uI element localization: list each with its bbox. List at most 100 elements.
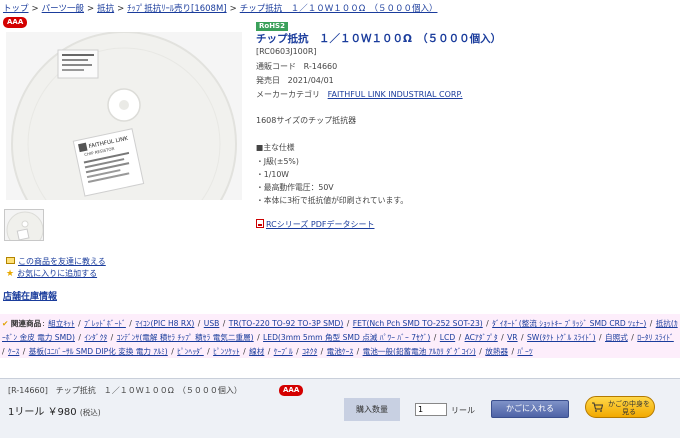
related-separator: /	[20, 347, 28, 356]
related-item-link[interactable]: ﾌﾞﾚｯﾄﾞﾎﾞｰﾄﾞ	[84, 319, 126, 328]
related-item-link[interactable]: 線材	[249, 347, 264, 356]
cart-bar: [R-14660] チップ抵抗 １／１０Ｗ１００Ω （５０００個入） AAA 1…	[0, 378, 680, 438]
related-item-link[interactable]: ｺﾝﾃﾞﾝｻ(電解 積ｾﾗ ﾁｯﾌﾟ 積ｾﾗ 電気二重層)	[117, 333, 254, 342]
quantity-input[interactable]	[415, 403, 447, 416]
view-cart-button[interactable]: かごの中身を見る	[585, 396, 655, 418]
tax-note: (税込)	[79, 408, 101, 417]
maker-link[interactable]: FAITHFUL LINK INDUSTRIAL CORP.	[328, 90, 463, 99]
related-item-link[interactable]: ﾛｰﾀﾘ ｽﾗｲﾄﾞ	[637, 333, 674, 342]
price-row: 1リール ￥980 (税込)	[8, 403, 101, 418]
related-separator: /	[293, 347, 302, 356]
quantity-unit: リール	[451, 406, 475, 415]
related-separator: /	[265, 347, 273, 356]
related-item-link[interactable]: ﾀﾞｲｵｰﾄﾞ(整流 ｼｮｯﾄｷｰ ﾌﾞﾘｯｼﾞ SMD CRD ﾂｪﾅｰ)	[492, 319, 646, 328]
related-item-link[interactable]: 基板(ﾕﾆﾊﾞｰｻﾙ SMD DIP化 変換 電力 ｱﾙﾐ)	[29, 347, 168, 356]
related-item-link[interactable]: USB	[204, 319, 220, 328]
breadcrumb-chip-reel[interactable]: ﾁｯﾌﾟ抵抗ﾘｰﾙ売り[1608M]	[127, 4, 226, 14]
related-separator: /	[456, 333, 464, 342]
related-item-link[interactable]: LED(3mm 5mm 角型 SMD 点滅 ﾊﾟﾜｰ ﾊﾞｰ 7ｾｸﾞ)	[263, 333, 430, 342]
view-cart-label: かごの中身を見る	[608, 400, 650, 416]
related-separator: /	[254, 333, 263, 342]
product-summary: 1608サイズのチップ抵抗器	[256, 116, 357, 125]
breadcrumb-separator: >	[229, 4, 237, 14]
breadcrumb-parts[interactable]: パーツ一般	[42, 4, 84, 14]
cart-product-ref: [R-14660] チップ抵抗 １／１０Ｗ１００Ω （５０００個入）	[8, 386, 242, 395]
related-item-link[interactable]: 自照式	[605, 333, 628, 342]
related-separator: /	[344, 319, 352, 328]
product-model: [RC0603J100R]	[256, 47, 317, 56]
related-item-link[interactable]: SW(ﾀｸﾄ ﾄｸﾞﾙ ｽﾗｲﾄﾞ)	[527, 333, 596, 342]
related-separator: /	[431, 333, 439, 342]
related-item-link[interactable]: 電池一般(鉛蓄電池 ｱﾙｶﾘ ﾀﾞｸﾞｺｲﾝ)	[363, 347, 476, 356]
related-separator: /	[75, 319, 84, 328]
related-separator: /	[354, 347, 362, 356]
tell-friend-link[interactable]: この商品を友達に教える	[18, 257, 106, 266]
price-unit: 1リール	[8, 407, 45, 418]
breadcrumb-current[interactable]: チップ抵抗 １／１０Ｗ１００Ω （５０００個入）	[240, 4, 438, 14]
related-separator: /	[76, 333, 84, 342]
quantity-label: 購入数量	[344, 398, 400, 421]
check-icon: ✔	[2, 319, 9, 328]
related-item-link[interactable]: ｹｰﾌﾞﾙ	[274, 347, 293, 356]
product-photo[interactable]: FAITHFUL LINK CHIP RESISTOR	[6, 32, 242, 200]
related-products: ✔ 関連商品: 組立ｷｯﾄ / ﾌﾞﾚｯﾄﾞﾎﾞｰﾄﾞ / ﾏｲｺﾝ(PIC H…	[0, 314, 680, 358]
breadcrumb-resistor[interactable]: 抵抗	[97, 4, 114, 14]
product-title: チップ抵抗 １／１０Ｗ１００Ω （５０００個入）	[256, 33, 502, 45]
related-separator: /	[509, 347, 517, 356]
related-heading: 関連商品	[10, 319, 42, 328]
aaa-badge-cart: AAA	[279, 385, 304, 396]
related-item-link[interactable]: TR(TO-220 TO-92 TO-3P SMD)	[229, 319, 344, 328]
related-item-link[interactable]: ﾋﾟﾝﾍｯﾀﾞ	[177, 347, 204, 356]
related-separator: /	[476, 347, 485, 356]
pdf-row: RCシリーズ PDFデータシート	[256, 219, 374, 230]
related-item-link[interactable]: ｹｰｽ	[8, 347, 19, 356]
rohs-badge: RoHS2	[256, 22, 288, 31]
related-separator: /	[647, 319, 655, 328]
related-item-link[interactable]: ｲﾝﾀﾞｸﾀ	[84, 333, 107, 342]
spec-item: ・本体に3桁で抵抗値が印刷されています。	[256, 196, 409, 205]
related-item-link[interactable]: FET(Nch Pch SMD TO-252 SOT-23)	[353, 319, 483, 328]
spec-item: ・J級(±5%)	[256, 157, 299, 166]
cart-icon	[592, 402, 603, 412]
spec-heading: ■主な仕様	[256, 143, 295, 152]
product-code-row: 通販コード R-14660	[256, 61, 337, 72]
aaa-badge: AAA	[3, 17, 28, 28]
maker-label: メーカーカテゴリ	[256, 90, 320, 99]
related-item-link[interactable]: 組立ｷｯﾄ	[48, 319, 75, 328]
pdf-datasheet-link[interactable]: RCシリーズ PDFデータシート	[266, 220, 374, 229]
related-item-link[interactable]: ﾋﾟﾝｿｹｯﾄ	[213, 347, 240, 356]
add-to-cart-button[interactable]: かごに入れる	[491, 400, 569, 418]
maker-row: メーカーカテゴリ FAITHFUL LINK INDUSTRIAL CORP.	[256, 89, 463, 100]
related-item-link[interactable]: ﾏｲｺﾝ(PIC H8 RX)	[135, 319, 194, 328]
product-code: R-14660	[303, 62, 338, 71]
related-item-link[interactable]: 電池ｹｰｽ	[327, 347, 354, 356]
breadcrumb-top[interactable]: トップ	[3, 4, 29, 14]
related-item-link[interactable]: ACｱﾀﾞﾌﾟﾀ	[465, 333, 498, 342]
related-item-link[interactable]: ﾊﾟｰﾂ	[517, 347, 532, 356]
tell-friend-row: この商品を友達に教える	[6, 256, 106, 267]
mail-icon	[6, 257, 15, 264]
release-date-row: 発売日 2021/04/01	[256, 75, 334, 86]
related-separator: /	[628, 333, 637, 342]
favorite-link[interactable]: お気に入りに追加する	[17, 269, 97, 278]
price-value: ￥980	[47, 407, 77, 418]
spec-item: ・最高動作電圧：50V	[256, 183, 334, 192]
product-thumbnail[interactable]	[4, 209, 44, 241]
related-item-link[interactable]: LCD	[440, 333, 455, 342]
related-separator: /	[195, 319, 203, 328]
related-item-link[interactable]: ｺﾈｸﾀ	[302, 347, 317, 356]
related-item-link[interactable]: 放熱器	[485, 347, 508, 356]
breadcrumb-separator: >	[31, 4, 39, 14]
related-item-link[interactable]: VR	[507, 333, 517, 342]
store-stock-link[interactable]: 店舗在庫情報	[3, 289, 57, 302]
related-list: 組立ｷｯﾄ / ﾌﾞﾚｯﾄﾞﾎﾞｰﾄﾞ / ﾏｲｺﾝ(PIC H8 RX) / …	[2, 319, 678, 356]
related-separator: /	[168, 347, 177, 356]
product-code-label: 通販コード	[256, 62, 296, 71]
related-separator: /	[518, 333, 526, 342]
pdf-icon	[256, 219, 264, 228]
spec-item: ・1/10W	[256, 170, 290, 179]
release-date: 2021/04/01	[287, 76, 334, 85]
related-separator: /	[318, 347, 326, 356]
related-separator: /	[220, 319, 228, 328]
related-separator: /	[126, 319, 135, 328]
